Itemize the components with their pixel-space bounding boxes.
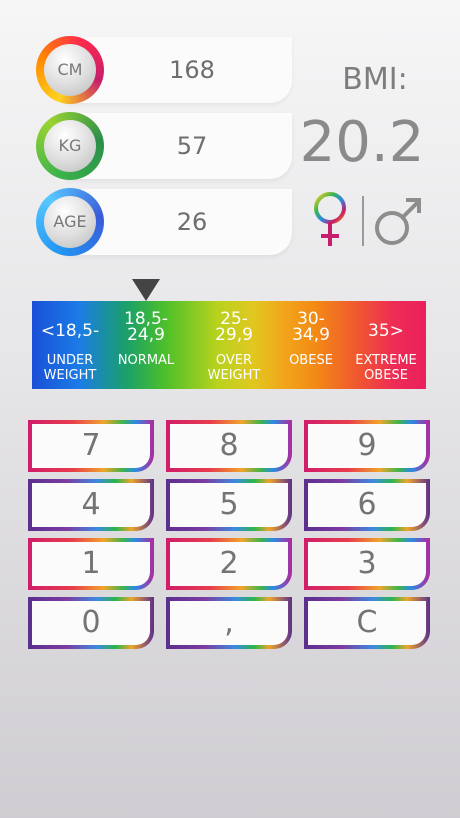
key-2[interactable]: 2 bbox=[166, 538, 292, 590]
key-2-label: 2 bbox=[170, 542, 288, 586]
extreme-range: 35> bbox=[368, 321, 404, 341]
key-1-label: 1 bbox=[32, 542, 150, 586]
extreme-label-1: EXTREME bbox=[355, 353, 417, 368]
bmi-scale: <18,5- UNDER WEIGHT 18,5- 24,9 NORMAL 25… bbox=[32, 301, 426, 389]
key-7[interactable]: 7 bbox=[28, 420, 154, 472]
age-badge-label: AGE bbox=[44, 196, 96, 248]
key-decimal-label: , bbox=[170, 601, 288, 645]
key-9-label: 9 bbox=[308, 424, 426, 468]
height-value: 168 bbox=[169, 56, 215, 84]
underweight-range: <18,5- bbox=[40, 321, 100, 341]
kg-badge-label: KG bbox=[44, 120, 96, 172]
underweight-label-1: UNDER bbox=[46, 353, 94, 368]
key-4-label: 4 bbox=[32, 483, 150, 527]
gender-divider bbox=[362, 196, 364, 246]
age-field[interactable]: AGE 26 bbox=[36, 188, 292, 256]
key-4[interactable]: 4 bbox=[28, 479, 154, 531]
cm-badge-label: CM bbox=[44, 44, 96, 96]
scale-obese: 30- 34,9 OBESE bbox=[276, 301, 346, 389]
male-icon[interactable] bbox=[372, 190, 424, 250]
overweight-label-2: WEIGHT bbox=[207, 368, 261, 383]
bmi-value: 20.2 bbox=[299, 110, 425, 175]
key-clear[interactable]: C bbox=[304, 597, 430, 649]
scale-pointer bbox=[132, 279, 160, 301]
key-3-label: 3 bbox=[308, 542, 426, 586]
key-6-label: 6 bbox=[308, 483, 426, 527]
underweight-label-2: WEIGHT bbox=[43, 368, 97, 383]
age-value: 26 bbox=[176, 208, 208, 236]
key-5[interactable]: 5 bbox=[166, 479, 292, 531]
key-9[interactable]: 9 bbox=[304, 420, 430, 472]
extreme-label-2: OBESE bbox=[364, 368, 408, 383]
bmi-label: BMI: bbox=[342, 62, 408, 97]
age-badge[interactable]: AGE bbox=[36, 188, 104, 256]
key-7-label: 7 bbox=[32, 424, 150, 468]
overweight-range-2: 29,9 bbox=[215, 325, 253, 345]
scale-normal: 18,5- 24,9 NORMAL bbox=[108, 301, 184, 389]
weight-field[interactable]: KG 57 bbox=[36, 112, 292, 180]
scale-extreme-obese: 35> EXTREME OBESE bbox=[346, 301, 426, 389]
overweight-label-1: OVER bbox=[215, 353, 253, 368]
key-0[interactable]: 0 bbox=[28, 597, 154, 649]
height-field[interactable]: CM 168 bbox=[36, 36, 292, 104]
key-0-label: 0 bbox=[32, 601, 150, 645]
key-6[interactable]: 6 bbox=[304, 479, 430, 531]
kg-badge[interactable]: KG bbox=[36, 112, 104, 180]
key-decimal[interactable]: , bbox=[166, 597, 292, 649]
cm-badge[interactable]: CM bbox=[36, 36, 104, 104]
female-icon[interactable] bbox=[308, 190, 352, 250]
key-1[interactable]: 1 bbox=[28, 538, 154, 590]
scale-overweight: 25- 29,9 OVER WEIGHT bbox=[192, 301, 276, 389]
key-8[interactable]: 8 bbox=[166, 420, 292, 472]
normal-label: NORMAL bbox=[117, 353, 175, 368]
normal-range-2: 24,9 bbox=[127, 325, 165, 345]
key-3[interactable]: 3 bbox=[304, 538, 430, 590]
key-5-label: 5 bbox=[170, 483, 288, 527]
key-8-label: 8 bbox=[170, 424, 288, 468]
obese-label: OBESE bbox=[289, 353, 333, 368]
obese-range-2: 34,9 bbox=[292, 325, 330, 345]
weight-value: 57 bbox=[176, 132, 208, 160]
key-clear-label: C bbox=[308, 601, 426, 645]
scale-underweight: <18,5- UNDER WEIGHT bbox=[32, 301, 108, 389]
